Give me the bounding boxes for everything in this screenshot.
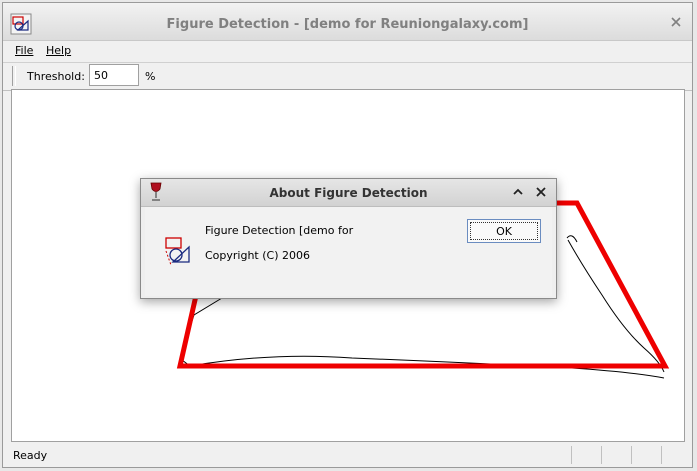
menu-bar: File Help <box>3 41 692 61</box>
about-dialog: About Figure Detection Figure Detection … <box>140 178 557 299</box>
status-bar: Ready <box>3 444 692 466</box>
close-icon[interactable] <box>535 186 547 198</box>
menu-file[interactable]: File <box>15 44 33 57</box>
status-pane <box>571 446 602 464</box>
window-title: Figure Detection - [demo for Reuniongala… <box>166 17 529 32</box>
dialog-title-bar[interactable]: About Figure Detection <box>141 179 556 207</box>
chevron-up-icon[interactable] <box>512 186 524 198</box>
dialog-product-text: Figure Detection [demo for <box>205 224 354 237</box>
dialog-body: Figure Detection [demo for Copyright (C)… <box>145 207 552 296</box>
toolbar: Threshold: % <box>3 62 692 91</box>
threshold-label: Threshold: <box>27 70 85 83</box>
menu-help[interactable]: Help <box>46 44 71 57</box>
dialog-copyright-text: Copyright (C) 2006 <box>205 249 310 262</box>
title-bar[interactable]: Figure Detection - [demo for Reuniongala… <box>3 3 692 41</box>
status-pane <box>631 446 662 464</box>
percent-label: % <box>145 70 156 83</box>
status-pane <box>661 446 692 464</box>
dialog-title: About Figure Detection <box>269 186 428 200</box>
status-pane <box>601 446 632 464</box>
threshold-input[interactable] <box>89 64 139 86</box>
toolbar-grip[interactable] <box>12 66 16 86</box>
logo-icon <box>163 235 193 267</box>
close-icon[interactable] <box>669 15 683 29</box>
status-text: Ready <box>13 449 48 462</box>
ok-button[interactable]: OK <box>467 219 541 243</box>
